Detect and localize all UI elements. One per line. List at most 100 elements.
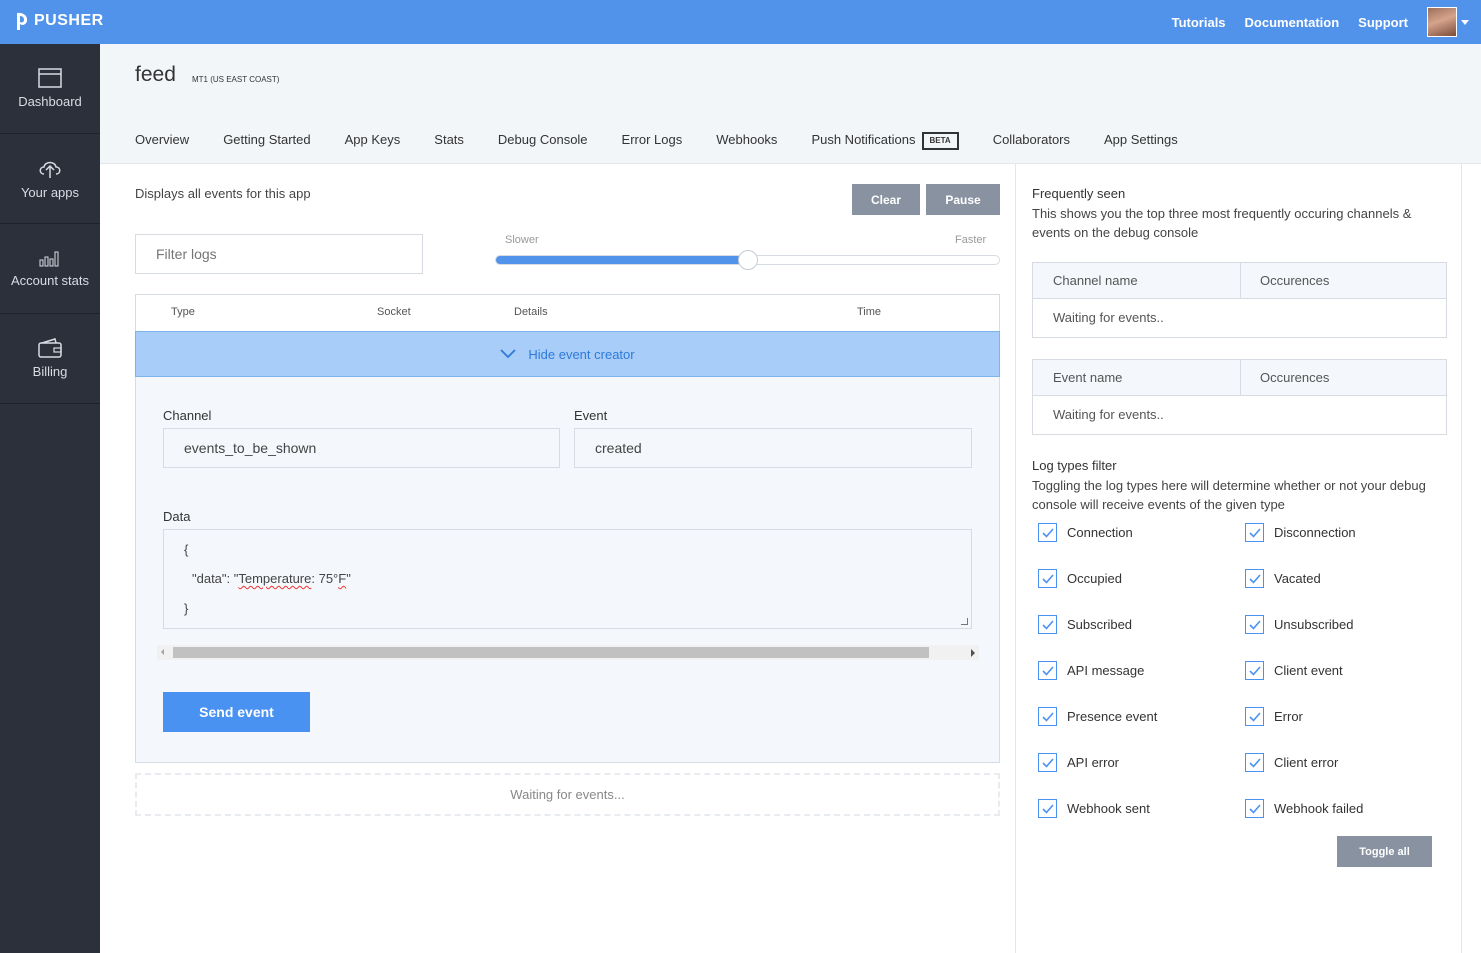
data-rest: : 75°	[311, 571, 339, 586]
data-textarea[interactable]: { "data": "Temperature: 75°F" }	[163, 529, 972, 629]
log-type-checkbox[interactable]: Client event	[1245, 661, 1343, 680]
tab-stats[interactable]: Stats	[434, 120, 464, 163]
tab-getting-started[interactable]: Getting Started	[223, 120, 310, 163]
col-details: Details	[514, 306, 548, 318]
checkbox[interactable]	[1245, 523, 1264, 542]
checkbox[interactable]	[1245, 799, 1264, 818]
event-input[interactable]: created	[574, 428, 972, 468]
speed-slider-handle[interactable]	[737, 250, 758, 270]
hide-event-creator-toggle[interactable]: Hide event creator	[135, 331, 1000, 377]
log-type-checkbox[interactable]: Unsubscribed	[1245, 615, 1354, 634]
sidebar-item-your-apps[interactable]: Your apps	[0, 134, 100, 224]
checkbox-label: Webhook failed	[1274, 801, 1364, 816]
log-type-checkbox[interactable]: API message	[1038, 661, 1144, 680]
log-type-checkbox[interactable]: Webhook failed	[1245, 799, 1363, 818]
sidebar: Dashboard Your apps Account stats Billin…	[0, 44, 100, 953]
checkbox[interactable]	[1038, 661, 1057, 680]
resize-handle-icon[interactable]	[961, 618, 968, 625]
checkbox[interactable]	[1245, 615, 1264, 634]
horizontal-scrollbar[interactable]	[157, 645, 979, 660]
checkbox[interactable]	[1245, 753, 1264, 772]
log-table: Type Socket Details Time Hide event crea…	[135, 294, 1000, 763]
log-type-checkbox[interactable]: Occupied	[1038, 569, 1122, 588]
log-type-checkbox[interactable]: Disconnection	[1245, 523, 1356, 542]
scroll-right-icon[interactable]	[971, 649, 975, 657]
avatar[interactable]	[1427, 7, 1457, 37]
tab-webhooks[interactable]: Webhooks	[716, 120, 777, 163]
channel-input[interactable]: events_to_be_shown	[163, 428, 560, 468]
col-type: Type	[171, 306, 195, 318]
scrollbar-thumb[interactable]	[173, 647, 929, 658]
tab-app-keys[interactable]: App Keys	[345, 120, 401, 163]
log-type-checkbox[interactable]: Client error	[1245, 753, 1338, 772]
checkbox-label: API message	[1067, 663, 1145, 678]
sidebar-item-dashboard[interactable]: Dashboard	[0, 44, 100, 134]
checkbox-label: Unsubscribed	[1274, 617, 1354, 632]
data-line-1: {	[184, 542, 189, 557]
log-type-checkbox[interactable]: Presence event	[1038, 707, 1157, 726]
tab-label: Push Notifications	[811, 132, 916, 147]
checkbox[interactable]	[1038, 799, 1057, 818]
page-title: feed	[135, 63, 176, 86]
speed-slider[interactable]	[495, 250, 1000, 270]
pusher-logo-icon	[17, 12, 28, 31]
check-icon	[1248, 527, 1261, 538]
sidebar-item-billing[interactable]: Billing	[0, 314, 100, 404]
log-type-checkbox[interactable]: Subscribed	[1038, 615, 1132, 634]
support-link[interactable]: Support	[1358, 15, 1408, 30]
tab-app-settings[interactable]: App Settings	[1104, 120, 1178, 163]
checkbox-label: Disconnection	[1274, 525, 1356, 540]
faster-label: Faster	[955, 234, 987, 246]
col-socket: Socket	[377, 306, 411, 318]
check-icon	[1041, 619, 1054, 630]
vertical-scrollbar[interactable]	[1462, 164, 1481, 953]
checkbox[interactable]	[1038, 615, 1057, 634]
tab-overview[interactable]: Overview	[135, 120, 189, 163]
dashboard-icon	[38, 68, 62, 88]
table-row: Waiting for events..	[1053, 407, 1164, 422]
table-header: Event name Occurences	[1033, 360, 1446, 396]
pusher-logo[interactable]: PUSHER	[14, 11, 104, 31]
tutorials-link[interactable]: Tutorials	[1172, 15, 1226, 30]
checkbox-label: Subscribed	[1067, 617, 1133, 632]
documentation-link[interactable]: Documentation	[1245, 15, 1340, 30]
log-types-filter-description: Toggling the log types here will determi…	[1032, 478, 1426, 512]
toggle-all-button[interactable]: Toggle all	[1337, 836, 1432, 867]
checkbox[interactable]	[1038, 569, 1057, 588]
check-icon	[1041, 803, 1054, 814]
checkbox-label: Error	[1274, 709, 1303, 724]
log-type-checkbox[interactable]: Webhook sent	[1038, 799, 1150, 818]
log-type-checkbox[interactable]: API error	[1038, 753, 1119, 772]
chevron-down-icon[interactable]	[1461, 19, 1469, 25]
checkbox[interactable]	[1038, 707, 1057, 726]
checkbox[interactable]	[1038, 523, 1057, 542]
data-label: Data	[163, 509, 191, 524]
checkbox[interactable]	[1245, 661, 1264, 680]
filter-logs-input[interactable]	[135, 234, 423, 274]
checkbox-label: Client error	[1274, 755, 1339, 770]
log-type-checkbox[interactable]: Error	[1245, 707, 1303, 726]
debug-console-panel: Displays all events for this app Clear P…	[100, 164, 1015, 953]
checkbox[interactable]	[1038, 753, 1057, 772]
top-bar: PUSHER Tutorials Documentation Support	[0, 0, 1481, 44]
console-description: Displays all events for this app	[135, 186, 311, 201]
pause-button[interactable]: Pause	[926, 184, 1000, 215]
channel-frequency-table: Channel name Occurences Waiting for even…	[1032, 262, 1447, 338]
slower-label: Slower	[505, 234, 539, 246]
clear-button[interactable]: Clear	[852, 184, 920, 215]
frequently-seen-title: Frequently seen	[1032, 186, 1126, 201]
tab-debug-console[interactable]: Debug Console	[497, 120, 588, 166]
checkbox[interactable]	[1245, 569, 1264, 588]
log-type-checkbox[interactable]: Connection	[1038, 523, 1133, 542]
tab-collaborators[interactable]: Collaborators	[993, 120, 1070, 163]
check-icon	[1248, 665, 1261, 676]
tab-error-logs[interactable]: Error Logs	[622, 120, 683, 163]
check-icon	[1041, 573, 1054, 584]
log-type-checkbox[interactable]: Vacated	[1245, 569, 1321, 588]
checkbox[interactable]	[1245, 707, 1264, 726]
sidebar-item-account-stats[interactable]: Account stats	[0, 224, 100, 314]
send-event-button[interactable]: Send event	[163, 692, 310, 732]
tab-push-notifications[interactable]: Push Notifications BETA	[811, 120, 959, 163]
scroll-left-icon[interactable]	[161, 649, 164, 655]
bar-chart-icon	[39, 251, 59, 267]
